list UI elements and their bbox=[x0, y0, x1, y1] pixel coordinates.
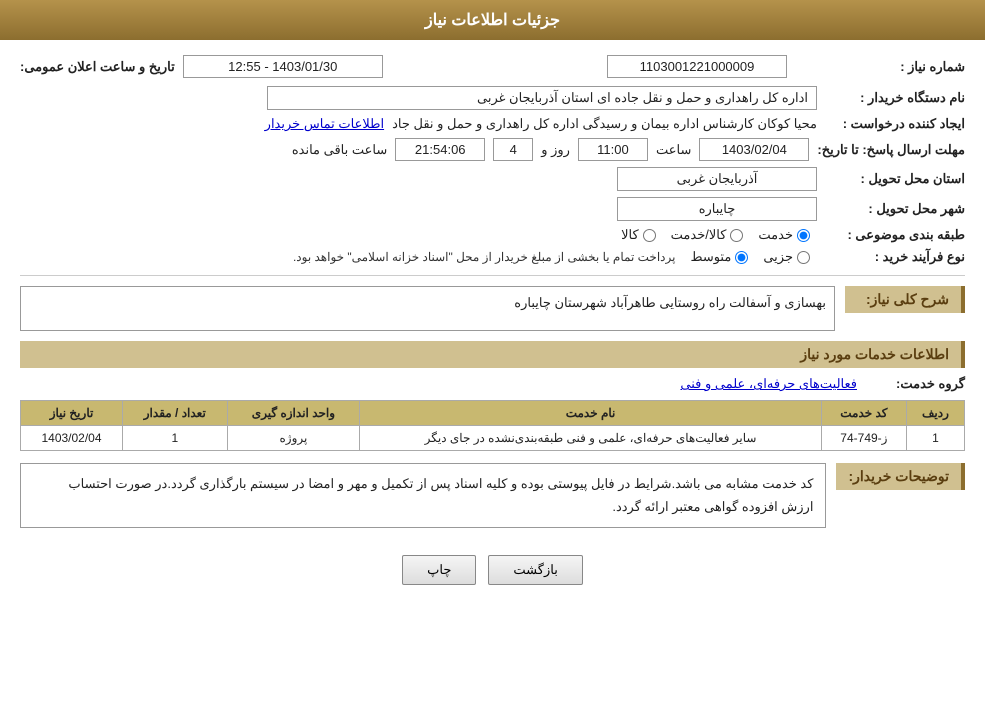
print-button[interactable]: چاپ bbox=[402, 555, 476, 585]
grouh-khadamat-group: گروه خدمت: فعالیت‌های حرفه‌ای، علمی و فن… bbox=[20, 376, 965, 392]
tabaqe-kala-khadamat-radio[interactable] bbox=[730, 229, 743, 242]
shomara-niaz-value: 1103001221000009 bbox=[607, 55, 787, 78]
ijad-konande-label: ایجاد کننده درخواست : bbox=[825, 116, 965, 132]
service-table: ردیف کد خدمت نام خدمت واحد اندازه گیری ت… bbox=[20, 400, 965, 451]
sharh-niaz-content: بهسازی و آسفالت راه روستایی طاهرآباد شهر… bbox=[20, 286, 835, 331]
col-nam: نام خدمت bbox=[360, 401, 822, 426]
row-tabaqe: طبقه بندی موضوعی : خدمت کالا/خدمت کالا bbox=[20, 227, 965, 243]
cell-tedad: 1 bbox=[123, 426, 228, 451]
page-title: جزئیات اطلاعات نیاز bbox=[425, 12, 560, 29]
ijad-konande-value: محیا کوکان کارشناس اداره بیمان و رسیدگی … bbox=[392, 116, 817, 132]
tabaqe-kala-khadamat-label: کالا/خدمت bbox=[671, 227, 727, 243]
noe-farayand-radio-group: جزیی متوسط bbox=[690, 249, 810, 265]
service-table-head: ردیف کد خدمت نام خدمت واحد اندازه گیری ت… bbox=[21, 401, 965, 426]
mohlat-date: 1403/02/04 bbox=[699, 138, 809, 161]
tarikh-elan-group: 1403/01/30 - 12:55 تاریخ و ساعت اعلان عم… bbox=[20, 55, 383, 78]
row-nam-dastgah: نام دستگاه خریدار : اداره کل راهداری و ح… bbox=[20, 86, 965, 110]
mohlat-label: مهلت ارسال پاسخ: تا تاریخ: bbox=[817, 142, 965, 158]
tabaqe-kala-radio[interactable] bbox=[643, 229, 656, 242]
col-kod: کد خدمت bbox=[821, 401, 906, 426]
tabaqe-radio-group: خدمت کالا/خدمت کالا bbox=[621, 227, 810, 243]
divider-1 bbox=[20, 275, 965, 276]
tarikh-elan-value: 1403/01/30 - 12:55 bbox=[183, 55, 383, 78]
ostan-value: آذربایجان غربی bbox=[617, 167, 817, 191]
ostan-group: استان محل تحویل : آذربایجان غربی bbox=[20, 167, 965, 191]
content-area: شماره نیاز : 1103001221000009 1403/01/30… bbox=[0, 40, 985, 615]
row-shahr: شهر محل تحویل : چایباره bbox=[20, 197, 965, 221]
back-button[interactable]: بازگشت bbox=[488, 555, 582, 585]
noe-farayand-label: نوع فرآیند خرید : bbox=[825, 249, 965, 265]
row-ijad-konande: ایجاد کننده درخواست : محیا کوکان کارشناس… bbox=[20, 116, 965, 132]
mohlat-saat-label: ساعت bbox=[656, 142, 691, 158]
col-tarikh: تاریخ نیاز bbox=[21, 401, 123, 426]
mohlat-roz: 4 bbox=[493, 138, 533, 161]
row-mohlat: مهلت ارسال پاسخ: تا تاریخ: 1403/02/04 سا… bbox=[20, 138, 965, 161]
tabaqe-kala[interactable]: کالا bbox=[621, 227, 656, 243]
noe-farayand-motawaset[interactable]: متوسط bbox=[690, 249, 748, 265]
shahr-group: شهر محل تحویل : چایباره bbox=[20, 197, 965, 221]
cell-vahed: پروژه bbox=[227, 426, 360, 451]
noe-farayand-group: نوع فرآیند خرید : جزیی متوسط پرداخت تمام… bbox=[20, 249, 965, 265]
sharh-niaz-value: بهسازی و آسفالت راه روستایی طاهرآباد شهر… bbox=[20, 286, 835, 331]
cell-nam: سایر فعالیت‌های حرفه‌ای، علمی و فنی طبقه… bbox=[360, 426, 822, 451]
tabaqe-label: طبقه بندی موضوعی : bbox=[825, 227, 965, 243]
mohlat-saat: 11:00 bbox=[578, 138, 648, 161]
noe-farayand-jozi-radio[interactable] bbox=[797, 251, 810, 264]
shahr-value: چایباره bbox=[617, 197, 817, 221]
shomara-niaz-label: شماره نیاز : bbox=[795, 59, 965, 75]
cell-radif: 1 bbox=[906, 426, 964, 451]
buttons-row: بازگشت چاپ bbox=[20, 555, 965, 585]
table-row: 1 ز-749-74 سایر فعالیت‌های حرفه‌ای، علمی… bbox=[21, 426, 965, 451]
noe-farayand-jozi-label: جزیی bbox=[763, 249, 793, 265]
page-wrapper: جزئیات اطلاعات نیاز شماره نیاز : 1103001… bbox=[0, 0, 985, 703]
shahr-label: شهر محل تحویل : bbox=[825, 201, 965, 217]
cell-tarikh: 1403/02/04 bbox=[21, 426, 123, 451]
noe-farayand-motawaset-radio[interactable] bbox=[735, 251, 748, 264]
mohlat-roz-label: روز و bbox=[541, 142, 570, 158]
shomara-niaz-group: شماره نیاز : 1103001221000009 bbox=[607, 55, 965, 78]
row-noe-farayand: نوع فرآیند خرید : جزیی متوسط پرداخت تمام… bbox=[20, 249, 965, 265]
tabaqe-khadamat[interactable]: خدمت bbox=[758, 227, 810, 243]
tozihat-content: کد خدمت مشابه می باشد.شرایط در فایل پیوس… bbox=[20, 463, 826, 540]
nam-dastgah-label: نام دستگاه خریدار : bbox=[825, 90, 965, 106]
ijad-konande-link[interactable]: اطلاعات تماس خریدار bbox=[265, 116, 384, 132]
tabaqe-khadamat-label: خدمت bbox=[758, 227, 793, 243]
mohlat-group: مهلت ارسال پاسخ: تا تاریخ: 1403/02/04 سا… bbox=[20, 138, 965, 161]
nam-dastgah-value: اداره کل راهداری و حمل و نقل جاده ای است… bbox=[267, 86, 817, 110]
row-grouh-khadamat: گروه خدمت: فعالیت‌های حرفه‌ای، علمی و فن… bbox=[20, 376, 965, 392]
tozihat-label: توضیحات خریدار: bbox=[836, 463, 965, 490]
noe-farayand-desc: پرداخت تمام یا بخشی از مبلغ خریدار از مح… bbox=[293, 250, 676, 264]
row-ostan: استان محل تحویل : آذربایجان غربی bbox=[20, 167, 965, 191]
tabaqe-kala-label: کالا bbox=[621, 227, 639, 243]
grouh-khadamat-value[interactable]: فعالیت‌های حرفه‌ای، علمی و فنی bbox=[680, 376, 857, 392]
service-table-body: 1 ز-749-74 سایر فعالیت‌های حرفه‌ای، علمی… bbox=[21, 426, 965, 451]
ijad-konande-group: ایجاد کننده درخواست : محیا کوکان کارشناس… bbox=[20, 116, 965, 132]
sharh-niaz-section: شرح کلی نیاز: بهسازی و آسفالت راه روستای… bbox=[20, 286, 965, 331]
noe-farayand-jozi[interactable]: جزیی bbox=[763, 249, 810, 265]
mohlat-remaining: 21:54:06 bbox=[395, 138, 485, 161]
service-table-header-row: ردیف کد خدمت نام خدمت واحد اندازه گیری ت… bbox=[21, 401, 965, 426]
cell-kod: ز-749-74 bbox=[821, 426, 906, 451]
tabaqe-kala-khadamat[interactable]: کالا/خدمت bbox=[671, 227, 744, 243]
grouh-khadamat-label: گروه خدمت: bbox=[865, 376, 965, 392]
sharh-niaz-title: شرح کلی نیاز: bbox=[845, 286, 965, 313]
col-radif: ردیف bbox=[906, 401, 964, 426]
mohlat-remaining-label: ساعت باقی مانده bbox=[292, 142, 387, 158]
tozihat-section: توضیحات خریدار: کد خدمت مشابه می باشد.شر… bbox=[20, 463, 965, 540]
tozihat-value: کد خدمت مشابه می باشد.شرایط در فایل پیوس… bbox=[20, 463, 826, 528]
page-header: جزئیات اطلاعات نیاز bbox=[0, 0, 985, 40]
col-tedad: تعداد / مقدار bbox=[123, 401, 228, 426]
tabaqe-group: طبقه بندی موضوعی : خدمت کالا/خدمت کالا bbox=[20, 227, 965, 243]
row-shomara-tarikh: شماره نیاز : 1103001221000009 1403/01/30… bbox=[20, 55, 965, 78]
tarikh-elan-label: تاریخ و ساعت اعلان عمومی: bbox=[20, 59, 175, 75]
khadamat-section-title: اطلاعات خدمات مورد نیاز bbox=[20, 341, 965, 368]
ostan-label: استان محل تحویل : bbox=[825, 171, 965, 187]
col-vahed: واحد اندازه گیری bbox=[227, 401, 360, 426]
nam-dastgah-group: نام دستگاه خریدار : اداره کل راهداری و ح… bbox=[20, 86, 965, 110]
tabaqe-khadamat-radio[interactable] bbox=[797, 229, 810, 242]
noe-farayand-motawaset-label: متوسط bbox=[690, 249, 731, 265]
